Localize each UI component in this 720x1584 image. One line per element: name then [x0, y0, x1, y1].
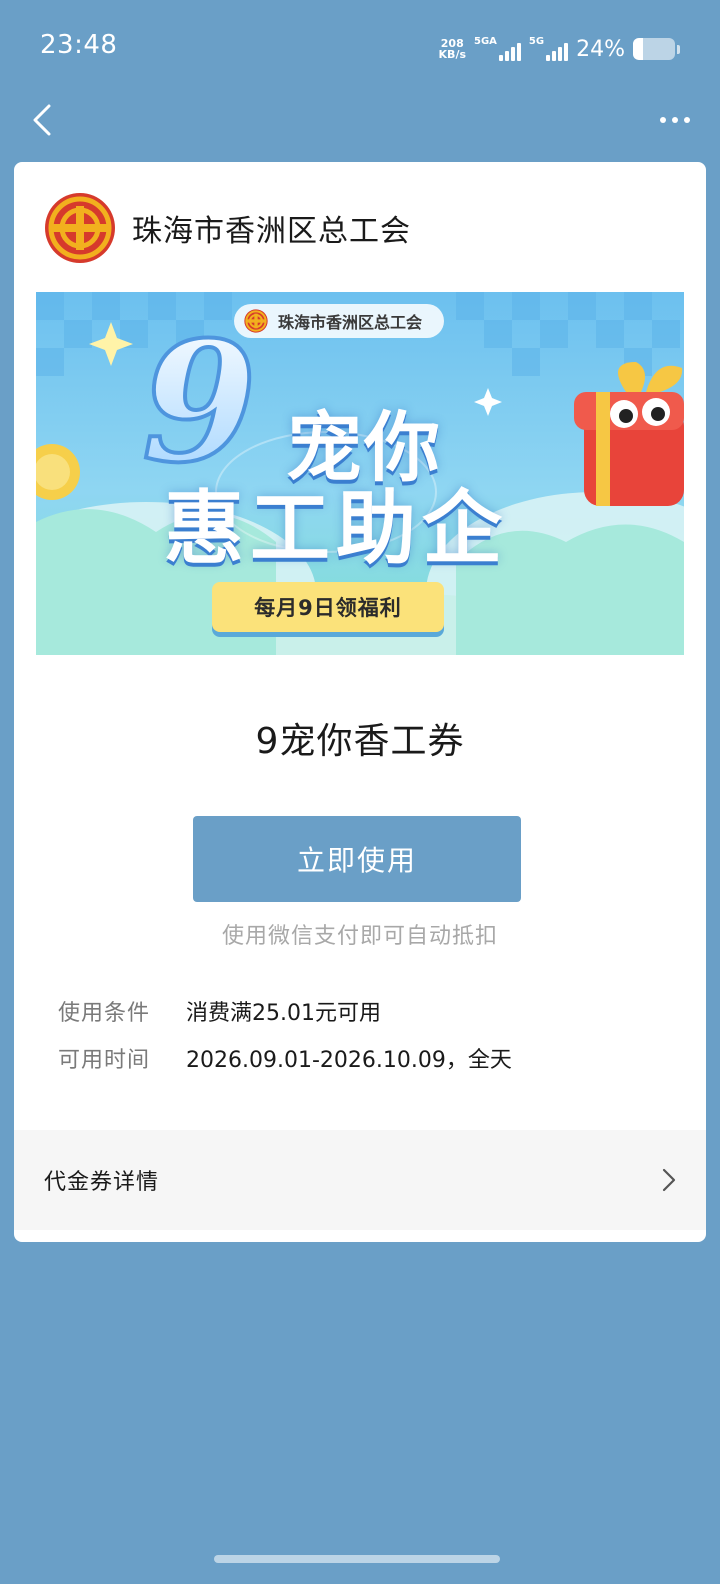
battery-icon	[633, 38, 675, 60]
conditions-value: 消费满25.01元可用	[186, 1001, 381, 1026]
chevron-left-icon	[33, 104, 51, 136]
more-dot-icon	[660, 117, 666, 123]
more-dot-icon	[672, 117, 678, 123]
validity-label: 可用时间	[58, 1048, 151, 1073]
conditions-label: 使用条件	[58, 1001, 151, 1026]
use-hint: 使用微信支付即可自动抵扣	[221, 924, 498, 949]
banner-badge: 珠海市香洲区总工会	[234, 304, 444, 338]
signal-sim2-icon: 5G	[528, 36, 569, 61]
promo-banner[interactable]: 9 珠海市香洲区总工会 宠你 惠工助企 每月9日领福利	[36, 292, 684, 655]
banner-pill: 每月9日领福利	[212, 582, 444, 632]
battery-tip	[677, 44, 680, 54]
banner-headline-line2: 惠工助企	[164, 482, 508, 575]
network-speed-unit: KB/s	[438, 48, 467, 61]
status-bar: 23:48 208 KB/s 5GA 5G 24%	[0, 0, 720, 96]
more-dot-icon	[684, 117, 690, 123]
banner-badge-text: 珠海市香洲区总工会	[278, 313, 423, 332]
coupon-details-row[interactable]: 代金券详情	[14, 1130, 706, 1230]
conditions-row: 使用条件 消费满25.01元可用	[58, 995, 381, 1027]
network-speed: 208 KB/s	[439, 38, 466, 60]
signal-sim1-icon: 5GA	[474, 37, 521, 61]
status-time: 23:48	[40, 30, 118, 60]
merchant-header: 珠海市香洲区总工会	[44, 192, 411, 264]
back-button[interactable]	[22, 100, 62, 140]
nav-bar	[0, 96, 720, 144]
merchant-name: 珠海市香洲区总工会	[132, 214, 411, 249]
status-indicators: 208 KB/s 5GA 5G 24%	[439, 34, 680, 64]
sim2-label: 5G	[528, 36, 545, 47]
battery-fill	[633, 38, 644, 60]
battery-percent: 24%	[576, 36, 625, 62]
chevron-right-icon	[662, 1168, 676, 1192]
banner-headline-line1: 宠你	[286, 403, 442, 492]
validity-value: 2026.09.01-2026.10.09，全天	[186, 1048, 512, 1073]
coupon-details-label: 代金券详情	[44, 1170, 160, 1195]
union-logo-icon	[45, 193, 115, 263]
home-indicator[interactable]	[214, 1555, 500, 1563]
sim1-label: 5GA	[474, 36, 497, 47]
coupon-card: 珠海市香洲区总工会 9 珠海市香洲区总工会 宠你 惠工助企 每月9日领福利 9宠…	[14, 162, 706, 1242]
validity-row: 可用时间 2026.09.01-2026.10.09，全天	[58, 1042, 512, 1074]
use-now-button[interactable]: 立即使用	[193, 816, 521, 902]
coupon-title: 9宠你香工券	[255, 721, 465, 762]
union-logo-icon	[244, 309, 268, 333]
more-button[interactable]	[650, 100, 700, 140]
